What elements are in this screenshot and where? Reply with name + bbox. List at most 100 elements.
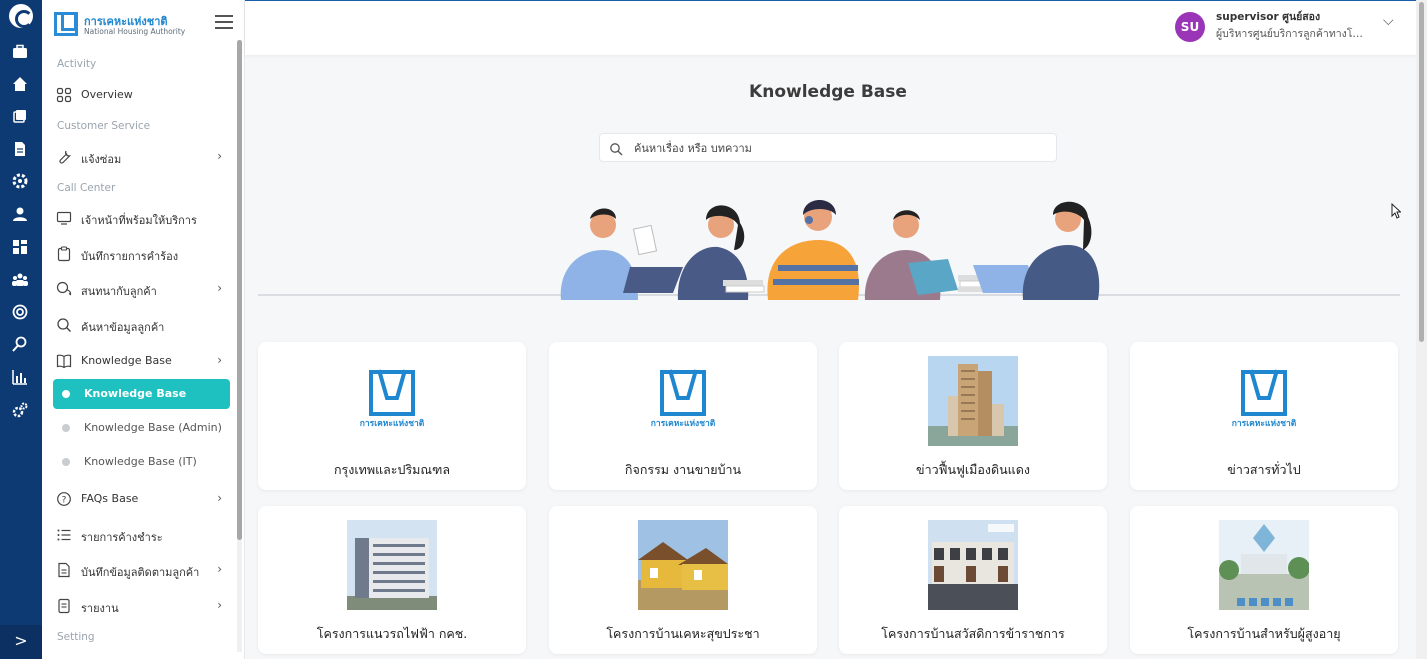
- kb-card-title: โครงการบ้านสำหรับผู้สูงอายุ: [1187, 626, 1341, 641]
- kb-card[interactable]: โครงการแนวรถไฟฟ้า กคช.: [258, 506, 526, 654]
- expand-rail-button[interactable]: >: [0, 625, 42, 659]
- elderly-project-photo: [1219, 520, 1310, 610]
- kb-card-title: ข่าวสารทั่วไป: [1227, 462, 1301, 477]
- houses-photo: [638, 520, 728, 610]
- list-icon: [56, 527, 72, 543]
- sidebar-item-overdue[interactable]: รายการค้างชำระ: [54, 521, 232, 549]
- hamburger-menu-icon[interactable]: [215, 15, 233, 29]
- sidebar-item-requests[interactable]: บันทึกรายการคำร้อง: [54, 240, 232, 268]
- sidebar-item-agents[interactable]: เจ้าหน้าที่พร้อมให้บริการ: [54, 204, 232, 232]
- nha-logo-icon: การเคหะแห่งชาติ: [1219, 356, 1309, 446]
- user-name: supervisor ศูนย์สอง: [1216, 11, 1321, 23]
- sidebar-item-label: FAQs Base: [81, 492, 139, 505]
- sidebar-item-repair[interactable]: แจ้งซ่อม ›: [54, 143, 232, 171]
- sidebar-item-label: บันทึกข้อมูลติดตามลูกค้า: [81, 566, 200, 579]
- kb-card-title: กิจกรรม งานขายบ้าน: [624, 462, 742, 477]
- chevron-right-icon: ›: [217, 353, 222, 367]
- sidebar-item-label: ค้นหาข้อมูลลูกค้า: [81, 321, 165, 334]
- kb-card[interactable]: โครงการบ้านเคหะสุขประชา: [549, 506, 817, 654]
- bullet-icon: [62, 458, 70, 466]
- logo-caption: การเคหะแห่งชาติ: [360, 418, 425, 429]
- sidebar-subitem-kb-admin[interactable]: Knowledge Base (Admin): [53, 413, 230, 443]
- chevron-right-icon: ›: [217, 491, 222, 505]
- sidebar-subitem-kb-it[interactable]: Knowledge Base (IT): [53, 447, 230, 477]
- sidebar-scrollbar[interactable]: [237, 40, 242, 652]
- sidebar-subitem-label: Knowledge Base (Admin): [84, 421, 222, 434]
- section-customer-service: Customer Service: [57, 120, 151, 132]
- sidebar-subitem-kb[interactable]: Knowledge Base: [53, 379, 230, 409]
- users-icon[interactable]: [11, 271, 29, 289]
- chevron-right-icon: ›: [217, 149, 222, 163]
- monitor-icon: [56, 210, 72, 226]
- sidebar-item-customer-search[interactable]: ค้นหาข้อมูลลูกค้า: [54, 311, 232, 339]
- brand-subtitle: National Housing Authority: [84, 27, 186, 36]
- kb-card-title: กรุงเทพและปริมณฑล: [333, 462, 451, 477]
- sidebar-item-chat[interactable]: สนทนากับลูกค้า ›: [54, 275, 232, 303]
- wrench-icon: [56, 149, 72, 165]
- dashboard-icon[interactable]: [11, 238, 29, 256]
- sidebar-item-label: เจ้าหน้าที่พร้อมให้บริการ: [81, 214, 197, 227]
- user-icon[interactable]: [11, 205, 29, 223]
- kb-card[interactable]: โครงการบ้านสำหรับผู้สูงอายุ: [1130, 506, 1398, 654]
- document-icon: [56, 562, 72, 578]
- main-content: SU supervisor ศูนย์สอง ผู้บริหารศูนย์บริ…: [245, 0, 1427, 659]
- search-icon: [56, 317, 72, 333]
- app-root: > การเคหะแห่งชาติ National Housing Autho…: [0, 0, 1427, 659]
- sidebar-item-faqs[interactable]: ? FAQs Base ›: [54, 485, 232, 513]
- kb-card-title: ข่าวฟื้นฟูเมืองดินแดง: [916, 462, 1030, 477]
- kb-card[interactable]: การเคหะแห่งชาติ กิจกรรม งานขายบ้าน: [549, 342, 817, 490]
- svg-text:?: ?: [62, 496, 67, 506]
- kb-card[interactable]: โครงการบ้านสวัสดิการข้าราชการ: [839, 506, 1107, 654]
- avatar[interactable]: SU: [1175, 12, 1205, 42]
- logo-caption: การเคหะแห่งชาติ: [1232, 418, 1297, 429]
- townhouse-photo: [928, 520, 1018, 610]
- sidebar-item-label: รายงาน: [81, 602, 119, 615]
- file-icon[interactable]: [11, 140, 29, 158]
- search-icon: [609, 141, 623, 156]
- section-setting: Setting: [57, 631, 95, 643]
- bullet-icon: [62, 390, 70, 398]
- brand[interactable]: การเคหะแห่งชาติ National Housing Authori…: [54, 10, 214, 40]
- chevron-right-icon: ›: [217, 598, 222, 612]
- search-input[interactable]: [634, 137, 1044, 159]
- team-illustration: [258, 200, 1400, 300]
- mouse-cursor-icon: [1391, 203, 1401, 219]
- sidebar: การเคหะแห่งชาติ National Housing Authori…: [42, 0, 245, 659]
- report-icon: [56, 598, 72, 614]
- section-activity: Activity: [57, 58, 97, 70]
- apartment-photo: [347, 520, 437, 610]
- sidebar-item-overview[interactable]: Overview: [54, 81, 232, 109]
- briefcase-icon[interactable]: [11, 43, 29, 61]
- home-icon[interactable]: [11, 75, 29, 93]
- section-call-center: Call Center: [57, 182, 116, 194]
- question-icon: ?: [56, 491, 72, 507]
- sidebar-item-label: Overview: [81, 88, 133, 101]
- sidebar-item-knowledge-base[interactable]: Knowledge Base ›: [54, 347, 232, 375]
- kb-card[interactable]: การเคหะแห่งชาติ กรุงเทพและปริมณฑล: [258, 342, 526, 490]
- kb-card-title: โครงการบ้านสวัสดิการข้าราชการ: [881, 626, 1065, 641]
- search-box: [599, 133, 1057, 162]
- grid-icon: [56, 87, 72, 103]
- kb-card-title: โครงการแนวรถไฟฟ้า กคช.: [316, 626, 468, 641]
- app-logo-icon[interactable]: [9, 4, 33, 28]
- sidebar-subitem-label: Knowledge Base (IT): [84, 455, 197, 468]
- bar-chart-icon[interactable]: [11, 368, 29, 386]
- clipboard-icon: [56, 246, 72, 262]
- target-icon[interactable]: [11, 303, 29, 321]
- settings-gears-icon[interactable]: [11, 401, 29, 419]
- sidebar-item-followup[interactable]: บันทึกข้อมูลติดตามลูกค้า ›: [54, 556, 232, 584]
- layers-icon[interactable]: [11, 107, 29, 125]
- search-icon[interactable]: [11, 335, 29, 353]
- icon-rail: >: [0, 0, 42, 659]
- sidebar-subitem-label: Knowledge Base: [84, 387, 187, 400]
- kb-card[interactable]: ข่าวฟื้นฟูเมืองดินแดง: [839, 342, 1107, 490]
- sidebar-item-label: Knowledge Base: [81, 354, 172, 367]
- cog-icon[interactable]: [11, 172, 29, 190]
- nha-logo-icon: [54, 12, 78, 36]
- sidebar-item-label: รายการค้างชำระ: [81, 531, 163, 544]
- kb-card-title: โครงการบ้านเคหะสุขประชา: [606, 626, 760, 641]
- chevron-down-icon[interactable]: ⌵: [1383, 13, 1394, 29]
- main-scrollbar[interactable]: [1416, 0, 1427, 659]
- kb-card[interactable]: การเคหะแห่งชาติ ข่าวสารทั่วไป: [1130, 342, 1398, 490]
- sidebar-item-reports[interactable]: รายงาน ›: [54, 592, 232, 620]
